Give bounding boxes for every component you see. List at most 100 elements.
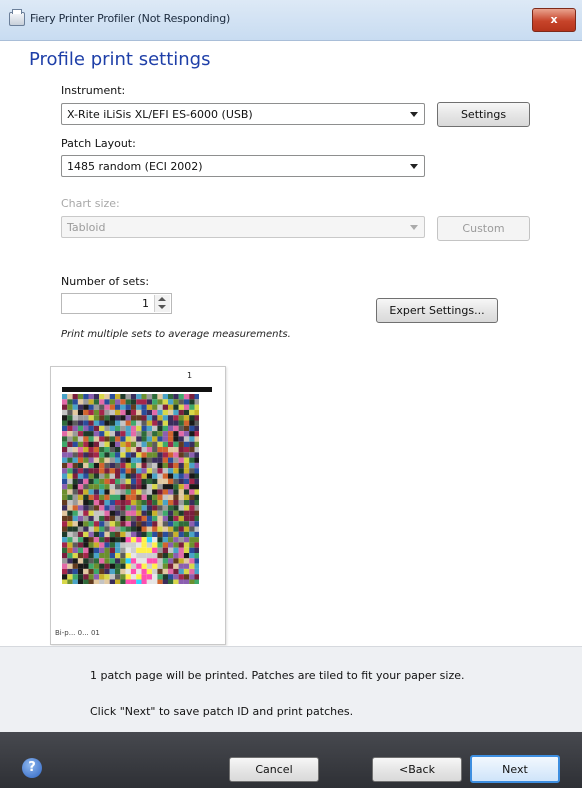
patch: [168, 521, 174, 527]
patch: [178, 526, 184, 532]
patch: [157, 521, 163, 527]
patch: [146, 521, 153, 527]
patch: [162, 399, 168, 405]
patch: [99, 558, 105, 564]
patch: [146, 553, 153, 559]
spin-down-icon[interactable]: [158, 305, 166, 309]
patch: [72, 510, 78, 516]
settings-button[interactable]: Settings: [437, 102, 530, 127]
patch: [88, 452, 94, 458]
patch: [162, 558, 168, 564]
patch: [93, 510, 100, 516]
patch: [162, 579, 168, 584]
patch: [162, 452, 168, 458]
patch: [178, 415, 184, 421]
patch: [141, 447, 147, 453]
patch: [168, 510, 174, 516]
patch: [178, 457, 184, 463]
patch: [88, 462, 94, 469]
patch: [141, 574, 147, 580]
patch: [194, 579, 199, 584]
spin-buttons[interactable]: [154, 295, 170, 312]
help-icon[interactable]: ?: [22, 758, 42, 778]
patch: [99, 415, 105, 421]
patch: [67, 478, 73, 485]
patch: [141, 436, 147, 442]
patch: [109, 399, 115, 405]
chart-size-select[interactable]: Tabloid: [61, 216, 425, 238]
number-of-sets-stepper[interactable]: 1: [61, 293, 172, 314]
patch: [72, 441, 78, 447]
patch: [168, 462, 174, 469]
patch: [157, 478, 163, 485]
patch: [157, 462, 163, 469]
patch: [88, 473, 94, 479]
patch: [62, 436, 68, 442]
patch: [67, 415, 73, 421]
patch: [88, 484, 94, 490]
patch: [173, 425, 179, 432]
patch: [72, 404, 78, 410]
patch: [173, 574, 179, 580]
patch-layout-select[interactable]: 1485 random (ECI 2002): [61, 155, 425, 177]
expert-settings-button[interactable]: Expert Settings...: [376, 298, 498, 323]
patch: [130, 563, 137, 569]
patch: [178, 505, 184, 511]
patch: [72, 568, 78, 575]
next-button[interactable]: Next: [470, 755, 560, 783]
custom-button[interactable]: Custom: [437, 216, 530, 241]
patch: [109, 415, 115, 421]
spin-up-icon[interactable]: [158, 297, 166, 301]
patch: [130, 462, 137, 469]
patch: [194, 462, 199, 469]
back-button[interactable]: <Back: [372, 757, 462, 782]
patch: [157, 542, 163, 548]
patch: [146, 558, 153, 564]
patch: [62, 500, 68, 506]
patch-layout-label: Patch Layout:: [61, 137, 136, 150]
patch: [136, 542, 142, 548]
patch: [178, 468, 184, 474]
patch: [183, 447, 190, 453]
patch: [125, 574, 131, 580]
patch: [125, 394, 131, 400]
patch: [157, 457, 163, 463]
patch: [178, 462, 184, 469]
patch: [88, 563, 94, 569]
patch: [88, 510, 94, 516]
patch: [136, 547, 142, 553]
patch: [120, 484, 126, 490]
patch: [157, 484, 163, 490]
patch: [178, 431, 184, 437]
patch: [62, 526, 68, 532]
preview-header-bar: [62, 387, 212, 392]
cancel-button[interactable]: Cancel: [229, 757, 319, 782]
patch: [146, 473, 153, 479]
patch: [93, 484, 100, 490]
patch: [178, 515, 184, 522]
instrument-select[interactable]: X-Rite iLiSis XL/EFI ES-6000 (USB): [61, 103, 425, 125]
patch: [194, 494, 199, 500]
title-bar[interactable]: Fiery Printer Profiler (Not Responding) …: [0, 0, 582, 41]
patch: [83, 473, 89, 479]
patch: [120, 452, 126, 458]
patch: [77, 489, 84, 495]
patch: [183, 420, 190, 426]
patch: [162, 441, 168, 447]
chevron-down-icon: [410, 112, 418, 117]
patch: [67, 526, 73, 532]
patch: [93, 399, 100, 405]
patch: [136, 515, 142, 522]
patch: [178, 436, 184, 442]
patch: [104, 473, 110, 479]
patch: [115, 542, 121, 548]
patch: [120, 579, 126, 584]
patch: [88, 399, 94, 405]
patch: [130, 489, 137, 495]
close-button[interactable]: x: [532, 8, 576, 32]
patch: [62, 431, 68, 437]
patch: [67, 568, 73, 575]
patch: [99, 563, 105, 569]
patch: [194, 447, 199, 453]
patch: [77, 462, 84, 469]
